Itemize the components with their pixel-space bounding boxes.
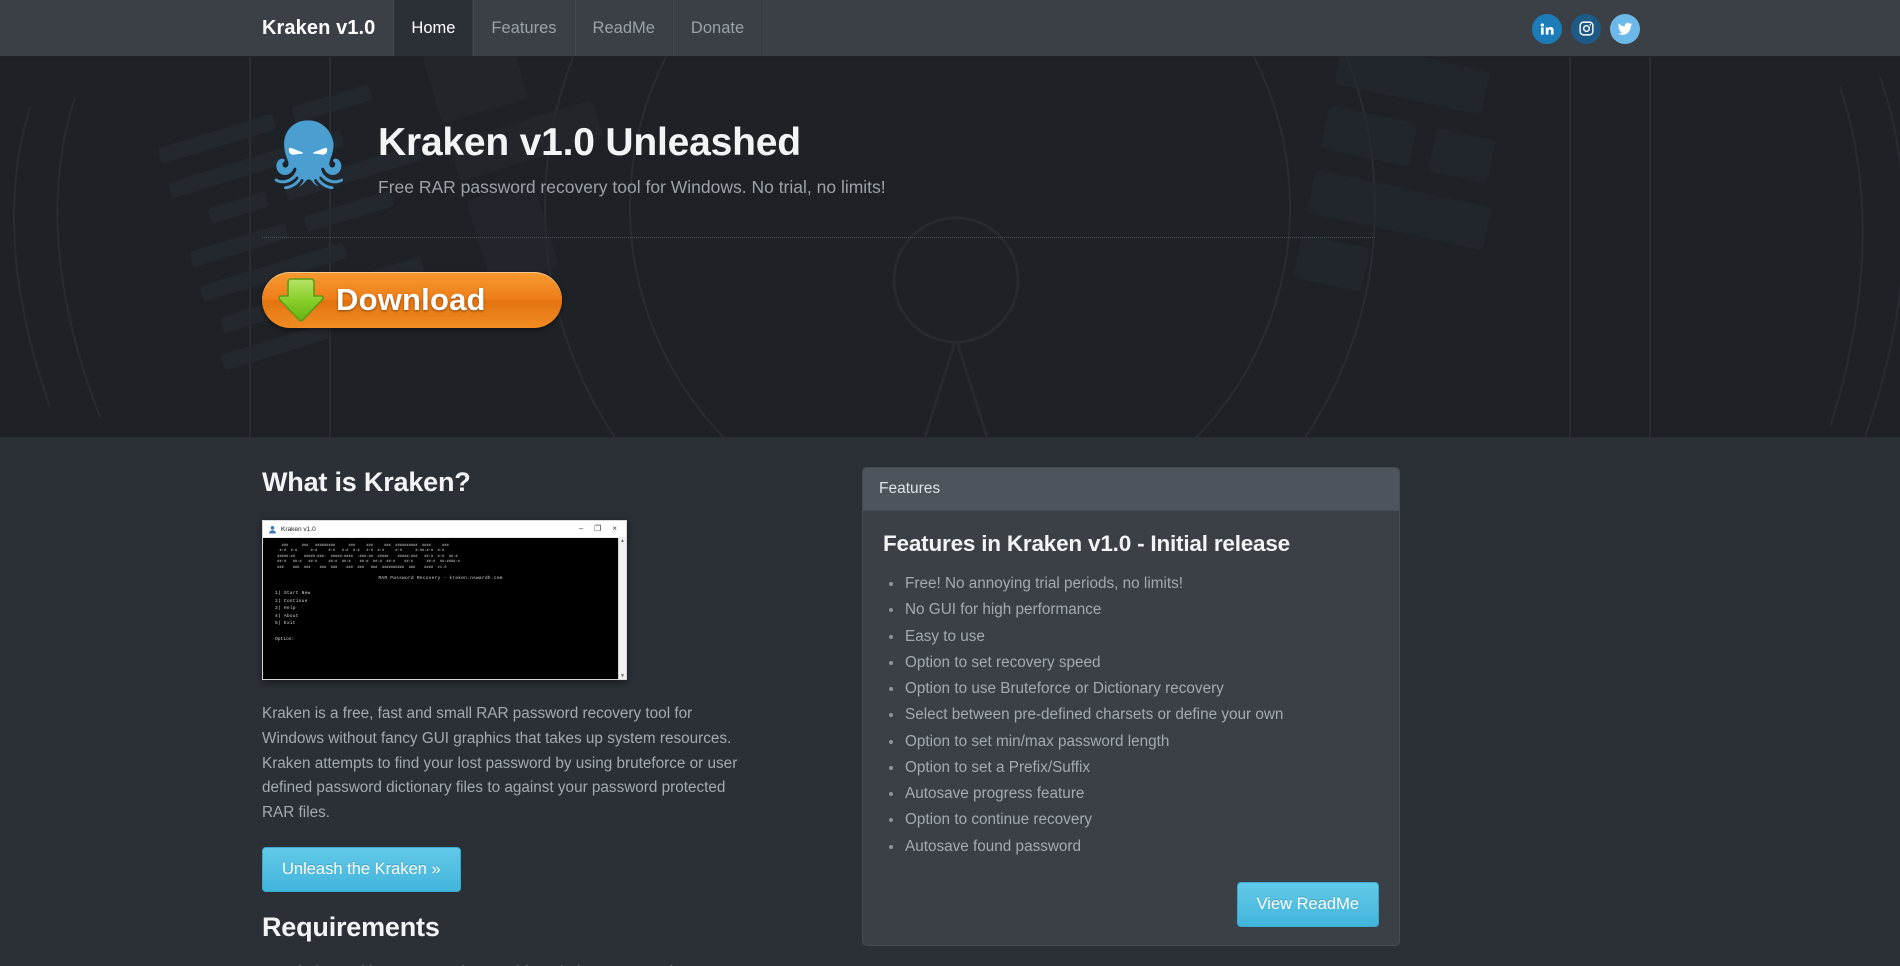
nav-item-features[interactable]: Features	[473, 0, 575, 56]
screenshot-console-body: ### ### ######### ### ### ### ##########…	[263, 538, 626, 679]
top-navbar: Kraken v1.0 Home Features ReadMe Donate	[0, 0, 1900, 57]
download-arrow-icon	[278, 278, 324, 322]
features-panel-body: Features in Kraken v1.0 - Initial releas…	[863, 511, 1399, 945]
app-screenshot-thumbnail[interactable]: Kraken v1.0 – ❐ × ### ### ######### ### …	[262, 520, 627, 680]
hero-subtitle: Free RAR password recovery tool for Wind…	[378, 177, 886, 198]
nav-item-home[interactable]: Home	[393, 0, 474, 56]
list-item: Select between pre-defined charsets or d…	[883, 703, 1379, 726]
requirements-section: Requirements Windows with .NET 4.7.1 (no…	[262, 912, 800, 966]
console-ascii-art: ### ### ######### ### ### ### ##########…	[277, 544, 460, 570]
list-item: Option to set recovery speed	[883, 651, 1379, 674]
hero-divider	[262, 237, 1373, 238]
hero-banner: Kraken v1.0 Unleashed Free RAR password …	[0, 57, 1900, 437]
app-icon	[269, 525, 276, 533]
console-menu: 1) Start New 2) Continue 3) Help 4) Abou…	[275, 591, 311, 627]
screenshot-window-controls: – ❐ ×	[579, 525, 623, 533]
left-column: What is Kraken? Kraken v1.0 – ❐ × ### ##…	[260, 467, 800, 966]
page-root: Kraken v1.0 Home Features ReadMe Donate	[0, 0, 1900, 966]
kraken-octopus-logo-icon	[274, 120, 344, 190]
features-list: Free! No annoying trial periods, no limi…	[883, 572, 1379, 858]
hero-content: Kraken v1.0 Unleashed Free RAR password …	[260, 57, 1640, 328]
unleash-the-kraken-button[interactable]: Unleash the Kraken »	[262, 846, 461, 892]
hero-titles: Kraken v1.0 Unleashed Free RAR password …	[378, 120, 886, 199]
list-item: Option to set a Prefix/Suffix	[883, 756, 1379, 779]
list-item: Windows with .NET 4.7.1 (no need for Win…	[262, 961, 800, 966]
nav-links: Home Features ReadMe Donate	[393, 0, 763, 56]
nav-item-donate[interactable]: Donate	[672, 0, 763, 56]
screenshot-titlebar: Kraken v1.0 – ❐ ×	[263, 521, 626, 538]
console-tagline: RAR Password Recovery - kraken.nswardh.c…	[378, 576, 503, 582]
list-item: Option to set min/max password length	[883, 730, 1379, 753]
list-item: Option to use Bruteforce or Dictionary r…	[883, 677, 1379, 700]
view-readme-button[interactable]: View ReadMe	[1236, 881, 1379, 927]
brand-link[interactable]: Kraken v1.0	[260, 0, 393, 56]
hero-heading-row: Kraken v1.0 Unleashed Free RAR password …	[260, 113, 1640, 205]
features-panel-footer: View ReadMe	[883, 881, 1379, 927]
download-area: Download	[260, 272, 1640, 328]
features-panel: Features Features in Kraken v1.0 - Initi…	[862, 467, 1400, 946]
features-panel-header: Features	[863, 468, 1399, 511]
nav-item-readme[interactable]: ReadMe	[574, 0, 673, 56]
close-icon: ×	[612, 524, 617, 533]
list-item: Option to continue recovery	[883, 808, 1379, 831]
twitter-icon[interactable]	[1610, 13, 1640, 44]
list-item: Free! No annoying trial periods, no limi…	[883, 572, 1379, 595]
list-item: Easy to use	[883, 625, 1379, 648]
download-button[interactable]: Download	[262, 272, 562, 328]
list-item: Autosave found password	[883, 835, 1379, 858]
main-content: What is Kraken? Kraken v1.0 – ❐ × ### ##…	[260, 437, 1640, 966]
linkedin-icon[interactable]	[1532, 13, 1562, 44]
navbar-inner: Kraken v1.0 Home Features ReadMe Donate	[260, 0, 1640, 56]
download-button-label: Download	[336, 282, 486, 317]
console-prompt: Option:	[275, 636, 295, 642]
maximize-icon: ❐	[594, 524, 602, 533]
hero-title: Kraken v1.0 Unleashed	[378, 120, 801, 164]
features-panel-title: Features in Kraken v1.0 - Initial releas…	[883, 531, 1290, 556]
list-item: No GUI for high performance	[883, 598, 1379, 621]
minimize-icon: –	[578, 524, 584, 533]
kraken-description: Kraken is a free, fast and small RAR pas…	[262, 705, 738, 822]
requirements-list: Windows with .NET 4.7.1 (no need for Win…	[262, 961, 800, 966]
what-is-kraken-heading: What is Kraken?	[262, 467, 471, 497]
right-column: Features Features in Kraken v1.0 - Initi…	[862, 467, 1400, 966]
screenshot-window-title: Kraken v1.0	[281, 525, 316, 533]
list-item: Autosave progress feature	[883, 782, 1379, 805]
requirements-heading: Requirements	[262, 911, 440, 942]
social-links	[1532, 0, 1640, 57]
screenshot-scrollbar: ▲ ▼	[618, 538, 626, 679]
instagram-icon[interactable]	[1571, 13, 1601, 44]
